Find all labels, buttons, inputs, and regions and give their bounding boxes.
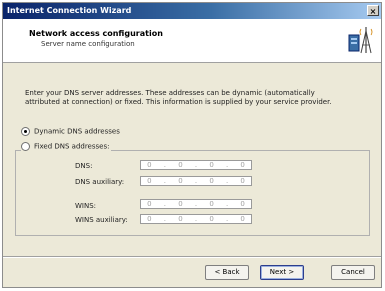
wins-ip-input[interactable]: 0.0.0.0 bbox=[140, 199, 252, 209]
page-subtitle: Server name configuration bbox=[41, 40, 135, 48]
close-button[interactable]: × bbox=[367, 5, 379, 16]
fixed-dns-label: Fixed DNS addresses: bbox=[34, 142, 110, 151]
title-bar[interactable]: Internet Connection Wizard × bbox=[3, 3, 381, 19]
back-button[interactable]: < Back bbox=[205, 265, 249, 280]
dns-label: DNS: bbox=[75, 162, 93, 170]
wizard-window: Internet Connection Wizard × Network acc… bbox=[2, 2, 382, 288]
next-button[interactable]: Next > bbox=[260, 265, 304, 280]
fixed-dns-radio[interactable]: Fixed DNS addresses: bbox=[21, 142, 112, 151]
dns-auxiliary-label: DNS auxiliary: bbox=[75, 178, 125, 186]
window-title: Internet Connection Wizard bbox=[7, 6, 132, 15]
dns-auxiliary-ip-input[interactable]: 0.0.0.0 bbox=[140, 176, 252, 186]
wins-auxiliary-ip-input[interactable]: 0.0.0.0 bbox=[140, 214, 252, 224]
footer-divider bbox=[3, 256, 381, 258]
dynamic-dns-label: Dynamic DNS addresses bbox=[34, 127, 120, 136]
cancel-button[interactable]: Cancel bbox=[331, 265, 375, 280]
wins-auxiliary-label: WINS auxiliary: bbox=[75, 216, 128, 224]
page-title: Network access configuration bbox=[29, 29, 163, 38]
network-server-icon bbox=[348, 27, 373, 54]
intro-text: Enter your DNS server addresses. These a… bbox=[25, 89, 332, 106]
radio-unchecked-icon[interactable] bbox=[21, 142, 30, 151]
dynamic-dns-radio[interactable]: Dynamic DNS addresses bbox=[21, 127, 120, 136]
dns-ip-input[interactable]: 0.0.0.0 bbox=[140, 160, 252, 170]
radio-checked-icon[interactable] bbox=[21, 127, 30, 136]
wizard-header: Network access configuration Server name… bbox=[3, 19, 381, 63]
wins-label: WINS: bbox=[75, 202, 97, 210]
